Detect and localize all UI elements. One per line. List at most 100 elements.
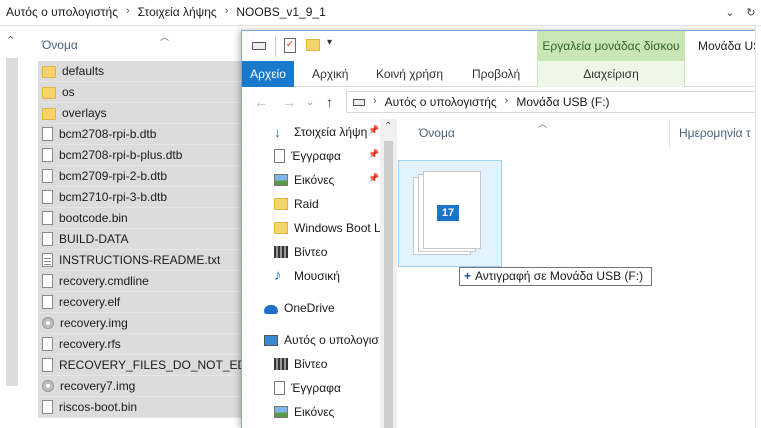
pin-icon[interactable]: 📌 — [368, 149, 379, 160]
download-icon: ↓ — [274, 124, 281, 140]
file-row[interactable]: bcm2708-rpi-b.dtb — [38, 124, 243, 145]
file-row[interactable]: recovery.img — [38, 313, 243, 334]
refresh-icon[interactable]: ↻ — [743, 4, 759, 22]
recent-locations-icon[interactable]: ⌄ — [306, 97, 314, 108]
file-name: os — [62, 85, 75, 99]
back-arrow-icon[interactable]: ← — [254, 94, 268, 110]
column-header-date[interactable]: Ημερομηνία τ — [679, 126, 751, 140]
chevron-right-icon: › — [504, 95, 509, 107]
nav-item-label: Εικόνες — [294, 173, 335, 187]
folder-icon — [274, 222, 288, 234]
window-frame-edge — [755, 26, 761, 428]
tab-manage[interactable]: Διαχείριση — [537, 61, 685, 87]
file-row[interactable]: BUILD-DATA — [38, 229, 243, 250]
pin-icon[interactable]: 📌 — [368, 125, 379, 136]
file-row[interactable]: recovery.cmdline — [38, 271, 243, 292]
properties-icon[interactable]: ✓ — [284, 38, 296, 53]
sort-ascending-icon: ︿ — [160, 32, 170, 42]
copy-tooltip-text: Αντιγραφή σε Μονάδα USB (F:) — [475, 269, 644, 283]
copy-tooltip: + Αντιγραφή σε Μονάδα USB (F:) — [459, 267, 652, 286]
nav-item[interactable]: Εικόνες — [274, 169, 334, 191]
file-name: bcm2709-rpi-2-b.dtb — [59, 169, 168, 183]
file-row[interactable]: RECOVERY_FILES_DO_NOT_EDIT — [38, 355, 257, 376]
nav-item-label: Έγγραφα — [291, 381, 341, 395]
nav-item-label: Raid — [294, 197, 319, 211]
folder-icon — [42, 86, 56, 99]
file-name: bootcode.bin — [59, 211, 128, 225]
plus-icon: + — [464, 269, 472, 283]
file-name: INSTRUCTIONS-README.txt — [59, 253, 221, 267]
file-row[interactable]: os — [38, 82, 243, 103]
file-row[interactable]: INSTRUCTIONS-README.txt — [38, 250, 243, 271]
nav-item[interactable]: ♪ Μουσική — [274, 265, 340, 287]
file-icon — [42, 211, 53, 225]
file-row[interactable]: bcm2709-rpi-2-b.dtb — [38, 166, 243, 187]
sort-ascending-icon: ︿ — [538, 119, 548, 129]
file-name: bcm2708-rpi-b.dtb — [59, 127, 157, 141]
back-crumb-downloads[interactable]: Στοιχεία λήψης — [138, 5, 217, 19]
customize-toolbar-icon[interactable]: ▾ — [327, 37, 332, 48]
forward-arrow-icon[interactable]: → — [282, 94, 296, 110]
drive-icon[interactable] — [252, 42, 266, 50]
crumb-this-pc[interactable]: Αυτός ο υπολογιστής — [385, 95, 497, 109]
column-header-name[interactable]: Όνομα — [419, 126, 455, 140]
tab-drive-tools[interactable]: Εργαλεία μονάδας δίσκου — [537, 31, 685, 61]
crumb-usb-drive[interactable]: Μονάδα USB (F:) — [516, 95, 609, 109]
nav-item[interactable]: Έγγραφα — [274, 145, 341, 167]
new-folder-icon[interactable] — [306, 39, 320, 51]
back-address-bar[interactable]: Αυτός ο υπολογιστής › Στοιχεία λήψης › N… — [0, 0, 761, 26]
nav-item-label: Βίντεο — [294, 245, 328, 259]
file-row[interactable]: bcm2710-rpi-3-b.dtb — [38, 187, 243, 208]
pictures-icon — [274, 174, 288, 186]
nav-item[interactable]: Raid — [274, 193, 319, 215]
pin-icon[interactable]: 📌 — [368, 173, 379, 184]
file-icon — [42, 190, 53, 204]
tab-view[interactable]: Προβολή — [472, 61, 520, 87]
nav-item[interactable]: Αυτός ο υπολογισ — [264, 329, 379, 351]
scroll-thumb[interactable] — [384, 141, 393, 428]
video-icon — [274, 246, 288, 258]
file-name: recovery7.img — [60, 379, 136, 393]
nav-item[interactable]: ↓ Στοιχεία λήψη — [274, 121, 367, 143]
nav-item[interactable]: Windows Boot L — [274, 217, 380, 239]
nav-item[interactable]: Βίντεο — [274, 353, 327, 375]
navigation-pane: ↓ Στοιχεία λήψη 📌 Έγγραφα 📌 Εικόνες 📌 Raid Windo… — [242, 119, 380, 428]
documents-icon — [274, 381, 285, 395]
scroll-up-icon[interactable]: ⌃ — [384, 121, 392, 132]
scroll-up-icon[interactable]: ⌃ — [6, 34, 15, 47]
file-icon — [42, 358, 53, 372]
address-dropdown-icon[interactable]: ⌄ — [722, 4, 738, 22]
nav-item[interactable]: Βίντεο — [274, 241, 327, 263]
address-bar[interactable]: › Αυτός ο υπολογιστής › Μονάδα USB (F:) — [346, 91, 761, 113]
nav-item[interactable]: Εικόνες — [274, 401, 334, 423]
file-row[interactable]: riscos-boot.bin — [38, 397, 243, 418]
back-scrollbar[interactable] — [6, 58, 18, 386]
file-row[interactable]: bootcode.bin — [38, 208, 243, 229]
up-arrow-icon[interactable]: ↑ — [326, 94, 333, 110]
file-name: bcm2708-rpi-b-plus.dtb — [59, 148, 183, 162]
file-row[interactable]: recovery.elf — [38, 292, 243, 313]
nav-item-label: Έγγραφα — [291, 149, 341, 163]
pictures-icon — [274, 406, 288, 418]
file-row[interactable]: bcm2708-rpi-b-plus.dtb — [38, 145, 243, 166]
file-icon — [42, 274, 53, 288]
file-row[interactable]: recovery.rfs — [38, 334, 243, 355]
tab-home[interactable]: Αρχική — [312, 61, 348, 87]
chevron-right-icon: › — [224, 5, 229, 17]
file-row[interactable]: overlays — [38, 103, 243, 124]
file-name: recovery.elf — [59, 295, 121, 309]
nav-item[interactable]: Έγγραφα — [274, 377, 341, 399]
back-crumb-computer[interactable]: Αυτός ο υπολογιστής — [6, 5, 118, 19]
tab-share[interactable]: Κοινή χρήση — [376, 61, 443, 87]
nav-item-label: Εικόνες — [294, 405, 335, 419]
nav-item[interactable]: OneDrive — [264, 297, 335, 319]
onedrive-icon — [264, 305, 278, 314]
back-column-header-name[interactable]: Όνομα ︿ — [38, 30, 243, 58]
file-row[interactable]: defaults — [38, 61, 243, 82]
disc-image-icon — [42, 317, 54, 329]
back-crumb-noobs[interactable]: NOOBS_v1_9_1 — [236, 5, 325, 19]
navigation-scrollbar[interactable]: ⌃ — [380, 119, 397, 428]
file-row[interactable]: recovery7.img — [38, 376, 243, 397]
text-file-icon — [42, 253, 53, 267]
tab-file[interactable]: Αρχείο — [242, 61, 294, 87]
